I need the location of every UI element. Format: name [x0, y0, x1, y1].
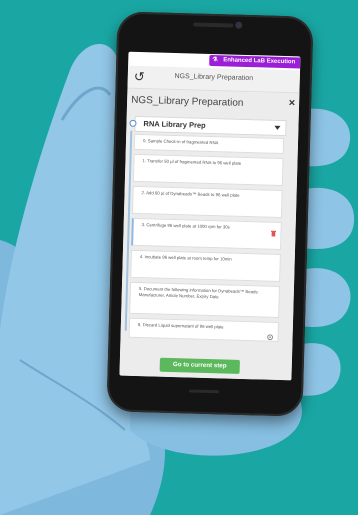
step-item[interactable]: 6. Discard Liquid supernatant of 96 well… [128, 317, 280, 342]
section-label: RNA Library Prep [143, 119, 206, 130]
chevron-down-icon[interactable] [274, 125, 281, 130]
panel-title: NGS_Library Preparation [130, 94, 244, 109]
close-icon[interactable]: × [289, 97, 296, 109]
section-dropdown[interactable]: RNA Library Prep [129, 115, 287, 137]
step-label: 1. Transfer 50 µl of fragmented RNA to 9… [142, 158, 242, 166]
step-label: 2. Add 60 µl of Dynabeads™ Beads to 96 w… [141, 190, 240, 198]
front-camera [235, 21, 243, 29]
step-item[interactable]: 4. Incubate 96 well plate at room temp f… [130, 249, 281, 282]
step-label: 3. Centrifuge 96 well plate at 1000 rpm … [141, 222, 230, 230]
trash-icon[interactable] [270, 230, 277, 237]
gear-icon[interactable] [266, 334, 273, 341]
step-item[interactable]: 0. Sample Check-in of fragmented RNA [133, 133, 285, 155]
step-item[interactable]: 2. Add 60 µl of Dynabeads™ Beads to 96 w… [131, 185, 283, 219]
home-indicator [189, 389, 220, 394]
mode-badge-label: Enhanced LaB Execution [223, 57, 296, 66]
go-to-current-step-button[interactable]: Go to current step [159, 357, 240, 374]
photo-scene: ⚗ Enhanced LaB Execution ↺ NGS_Library P… [0, 0, 358, 515]
step-item-current[interactable]: 3. Centrifuge 96 well plate at 1000 rpm … [131, 217, 282, 250]
step-item[interactable]: 5. Document the following information fo… [129, 281, 281, 318]
step-label: 0. Sample Check-in of fragmented RNA [142, 138, 219, 146]
step-label: 5. Document the following information fo… [138, 286, 259, 300]
step-label: 6. Discard Liquid supernatant of 96 well… [137, 322, 224, 330]
speaker-grille [193, 22, 234, 28]
mode-badge: ⚗ Enhanced LaB Execution [209, 54, 301, 69]
workflow-panel: NGS_Library Preparation × RNA Library Pr… [119, 88, 300, 381]
topbar-title: NGS_Library Preparation [174, 72, 254, 83]
smartphone: ⚗ Enhanced LaB Execution ↺ NGS_Library P… [106, 11, 314, 417]
flask-icon: ⚗ [212, 57, 218, 64]
step-label: 4. Incubate 96 well plate at room temp f… [139, 254, 232, 262]
timeline-node-icon [129, 119, 137, 127]
step-item[interactable]: 1. Transfer 50 µl of fragmented RNA to 9… [132, 153, 284, 187]
app-screen: ⚗ Enhanced LaB Execution ↺ NGS_Library P… [119, 51, 301, 381]
panel-header: NGS_Library Preparation × [131, 92, 295, 115]
